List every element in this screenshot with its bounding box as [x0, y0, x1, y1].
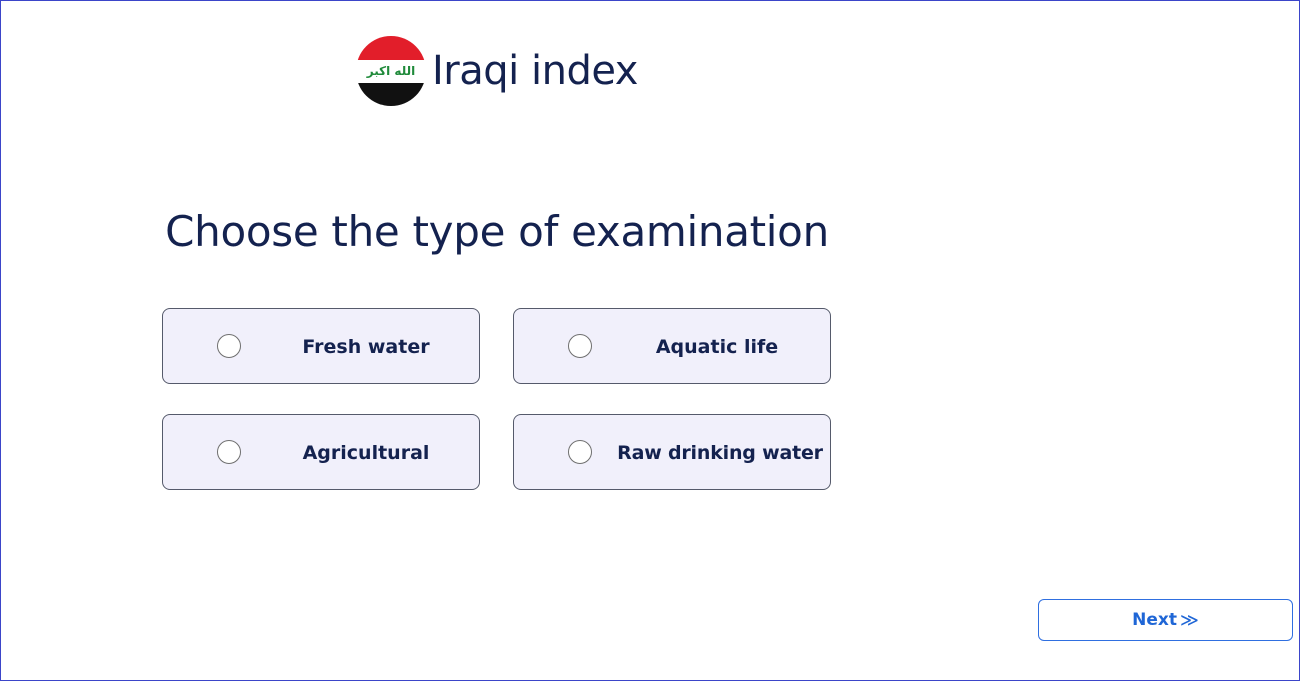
iraq-flag-icon: الله اكبر — [356, 36, 426, 106]
flag-black-band — [356, 83, 426, 106]
radio-button[interactable] — [568, 440, 592, 464]
option-raw-drinking-water[interactable]: Raw drinking water — [513, 414, 831, 490]
next-button[interactable]: Next ≫ — [1038, 599, 1293, 641]
radio-button[interactable] — [568, 334, 592, 358]
option-aquatic-life[interactable]: Aquatic life — [513, 308, 831, 384]
option-label: Fresh water — [302, 336, 430, 358]
option-fresh-water[interactable]: Fresh water — [162, 308, 480, 384]
option-label: Agricultural — [302, 442, 430, 464]
option-label: Aquatic life — [655, 336, 779, 358]
radio-button[interactable] — [217, 440, 241, 464]
radio-button[interactable] — [217, 334, 241, 358]
app-title: Iraqi index — [432, 48, 638, 94]
app-header: الله اكبر Iraqi index — [356, 35, 638, 107]
option-agricultural[interactable]: Agricultural — [162, 414, 480, 490]
double-chevron-right-icon: ≫ — [1180, 609, 1199, 631]
next-button-label: Next — [1132, 610, 1177, 630]
flag-red-band — [356, 36, 426, 60]
option-label: Raw drinking water — [617, 442, 823, 464]
flag-takbir-text: الله اكبر — [366, 64, 416, 78]
page-title: Choose the type of examination — [165, 207, 829, 256]
